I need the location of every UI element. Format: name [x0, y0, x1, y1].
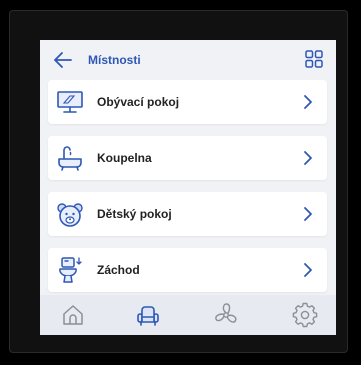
back-button[interactable]	[52, 50, 74, 70]
grid-view-button[interactable]	[304, 49, 324, 69]
home-icon	[63, 305, 83, 325]
page-title: Místnosti	[88, 53, 141, 67]
nav-tab-home[interactable]	[60, 302, 86, 328]
room-item-detsky-pokoj[interactable]: Dětský pokoj	[48, 192, 327, 236]
header: Místnosti	[40, 40, 336, 78]
nav-tab-fan[interactable]	[213, 302, 239, 328]
room-label: Záchod	[97, 263, 140, 277]
gear-icon	[292, 302, 318, 328]
bottom-nav	[40, 295, 336, 335]
grid-icon	[305, 50, 323, 68]
fan-icon	[215, 303, 237, 323]
chevron-right-icon	[303, 94, 313, 110]
room-item-obyvaci-pokoj[interactable]: Obývací pokoj	[48, 80, 327, 124]
room-item-koupelna[interactable]: Koupelna	[48, 136, 327, 180]
chevron-right-icon	[303, 206, 313, 222]
arrow-left-icon	[54, 52, 72, 68]
room-label: Obývací pokoj	[97, 95, 180, 109]
monitor-icon	[56, 88, 84, 116]
bathtub-icon	[56, 144, 84, 172]
room-item-zachod[interactable]: Záchod	[48, 248, 327, 292]
chevron-right-icon	[303, 150, 313, 166]
toilet-icon	[56, 256, 84, 284]
room-label: Dětský pokoj	[97, 207, 172, 221]
teddy-bear-icon	[56, 200, 84, 228]
nav-tab-rooms[interactable]	[135, 302, 161, 328]
nav-tab-settings[interactable]	[292, 302, 318, 328]
room-label: Koupelna	[97, 151, 152, 165]
screen: Místnosti Obývací pokoj Koupelna Dětský …	[40, 40, 336, 335]
chevron-right-icon	[303, 262, 313, 278]
armchair-icon	[137, 306, 159, 326]
